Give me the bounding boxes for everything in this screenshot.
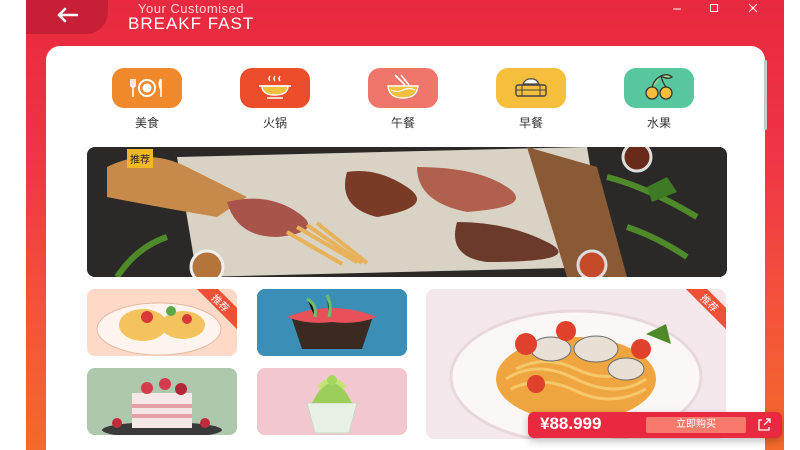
category-label: 水果: [646, 116, 671, 130]
banner-food-photo: [87, 147, 727, 277]
category-shuiguo[interactable]: 水果: [623, 68, 695, 131]
recommend-badge: 推荐: [127, 149, 153, 168]
purchase-bar: ¥88.999 立即购买: [528, 412, 782, 438]
recommend-corner-label: 推荐: [686, 289, 726, 329]
close-icon: [748, 3, 758, 13]
tile-layer-cake[interactable]: [87, 368, 237, 435]
matcha-sundae-photo: [257, 368, 407, 435]
recommend-corner: 推荐: [686, 289, 726, 329]
category-icon-box: [112, 68, 182, 108]
category-label: 午餐: [390, 116, 415, 130]
category-icon-box: [496, 68, 566, 108]
arrow-left-icon: [57, 7, 78, 23]
category-label: 火锅: [262, 116, 287, 130]
tile-berry-tart[interactable]: [257, 289, 407, 356]
tile-pancake-dessert[interactable]: 推荐: [87, 289, 237, 356]
back-tab: [26, 0, 108, 34]
maximize-button[interactable]: [699, 0, 729, 16]
banner-image[interactable]: 推荐: [87, 147, 727, 277]
buy-now-button[interactable]: 立即购买: [646, 417, 746, 433]
price-label: ¥88.999: [540, 414, 602, 433]
category-icon-box: [240, 68, 310, 108]
cherry-icon: [645, 74, 674, 100]
category-icon-box: [624, 68, 694, 108]
share-button[interactable]: [756, 417, 772, 433]
header-title: BREAKF FAST: [128, 14, 255, 33]
category-icon-box: [368, 68, 438, 108]
hotpot-icon: [259, 75, 291, 99]
berry-tart-photo: [257, 289, 407, 356]
layer-cake-photo: [87, 368, 237, 435]
category-label: 美食: [134, 116, 159, 130]
noodle-bowl-icon: [387, 74, 419, 99]
share-icon: [758, 418, 771, 431]
minimize-button[interactable]: [662, 0, 692, 16]
category-label: 早餐: [518, 116, 543, 130]
category-huoguo[interactable]: 火锅: [239, 68, 311, 131]
recommend-corner-label: 推荐: [197, 289, 237, 329]
category-wucan[interactable]: 午餐: [367, 68, 439, 131]
tile-matcha-sundae[interactable]: [257, 368, 407, 435]
back-button[interactable]: [52, 2, 82, 28]
plate-cutlery-icon: [130, 78, 162, 97]
category-meishi[interactable]: 美食: [111, 68, 183, 131]
minimize-icon: [673, 8, 681, 10]
steamer-basket-icon: [515, 78, 547, 97]
recommend-corner: 推荐: [197, 289, 237, 329]
content-card: 美食 火锅 午餐 早餐 水果 推荐 推荐 推荐: [46, 46, 765, 450]
close-button[interactable]: [738, 0, 768, 16]
app-window: Your Customised BREAKF FAST 美食 火锅 午餐 早餐 …: [26, 0, 784, 450]
category-zaocan[interactable]: 早餐: [495, 68, 567, 131]
scrollbar[interactable]: [764, 60, 767, 130]
maximize-icon: [710, 4, 718, 12]
